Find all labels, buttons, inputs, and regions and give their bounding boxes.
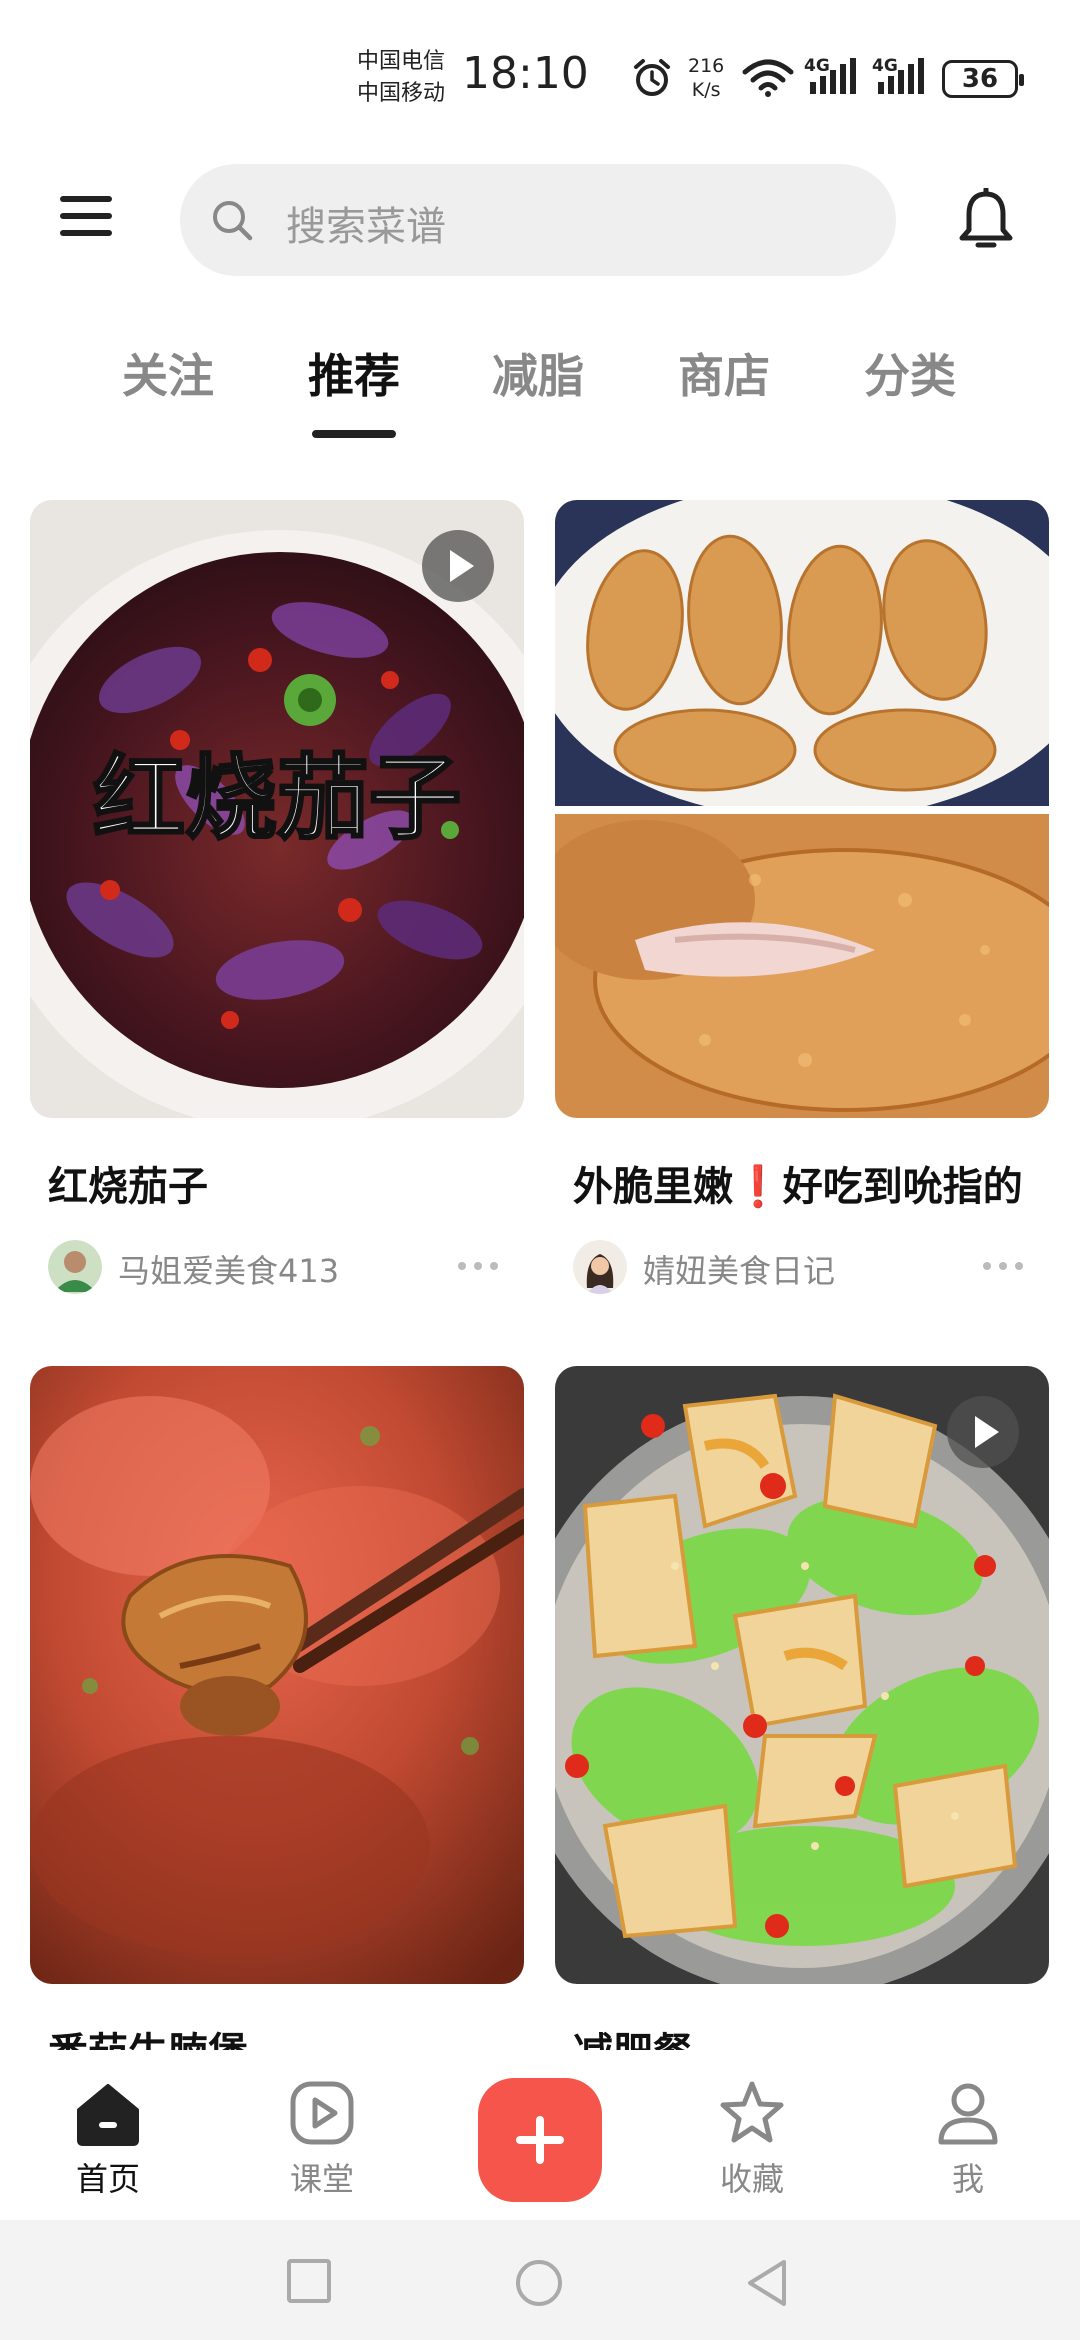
notification-bell-icon[interactable] [956, 188, 1016, 252]
carrier-2: 中国移动 [357, 81, 446, 106]
author-name: 婧妞美食日记 [643, 1252, 836, 1290]
avatar [48, 1240, 102, 1294]
tab-category[interactable]: 分类 [840, 340, 980, 406]
recent-apps-icon[interactable] [286, 2258, 332, 2304]
home-button-icon[interactable] [514, 2258, 564, 2308]
more-options-icon[interactable] [981, 1256, 1025, 1276]
recipe-card[interactable]: 外脆里嫩❗好吃到吮指的 婧妞美食日记 [555, 500, 1049, 1298]
more-options-icon[interactable] [456, 1256, 500, 1276]
star-icon [720, 2081, 784, 2143]
recipe-image[interactable] [555, 1366, 1049, 1984]
nav-classroom[interactable]: 课堂 [262, 2078, 382, 2200]
status-time: 18:10 [462, 48, 589, 99]
tab-follow[interactable]: 关注 [98, 340, 238, 406]
search-icon [213, 201, 253, 241]
recipe-card[interactable]: 番茄牛腩煲 [30, 1366, 524, 2078]
alarm-icon [634, 59, 670, 96]
recipe-image[interactable] [555, 500, 1049, 1118]
carrier-1: 中国电信 [357, 49, 446, 74]
recipe-author[interactable]: 婧妞美食日记 [555, 1238, 1049, 1298]
recipe-card[interactable]: 红烧茄子 红烧茄子 马姐爱美食413 [30, 500, 524, 1298]
user-icon [938, 2083, 998, 2145]
video-play-icon [422, 530, 494, 602]
search-bar[interactable]: 搜索菜谱 [180, 164, 896, 276]
active-tab-indicator [312, 430, 396, 438]
avatar [573, 1240, 627, 1294]
recipe-title[interactable]: 红烧茄子 [30, 1154, 524, 1212]
system-navigation-bar [0, 2220, 1080, 2340]
status-bar: 中国电信 中国移动 18:10 216 K/s 4G 4G 36 [0, 0, 1080, 150]
network-speed: 216 K/s [688, 54, 724, 102]
author-name: 马姐爱美食413 [118, 1252, 340, 1290]
recipe-card[interactable]: 减肥餐 [555, 1366, 1049, 2078]
bottom-navigation: 首页 课堂 收藏 我 [0, 2050, 1080, 2220]
back-icon[interactable] [744, 2258, 790, 2308]
recipe-image[interactable]: 红烧茄子 [30, 500, 524, 1118]
add-recipe-button[interactable] [478, 2078, 602, 2202]
home-icon [77, 2084, 139, 2146]
wifi-icon [742, 59, 794, 97]
recipe-author[interactable]: 马姐爱美食413 [30, 1238, 524, 1298]
menu-icon[interactable] [60, 196, 112, 242]
signal-2-icon: 4G [872, 56, 928, 98]
speed-unit: K/s [691, 79, 721, 101]
tab-shop[interactable]: 商店 [654, 340, 794, 406]
nav-favorites[interactable]: 收藏 [692, 2078, 812, 2200]
recipe-image[interactable] [30, 1366, 524, 1984]
nav-profile[interactable]: 我 [908, 2078, 1028, 2200]
tab-fat-loss[interactable]: 减脂 [468, 340, 608, 406]
speed-value: 216 [688, 55, 725, 77]
nav-label: 课堂 [289, 2160, 354, 2198]
video-play-icon [947, 1396, 1019, 1468]
search-placeholder: 搜索菜谱 [286, 204, 446, 250]
nav-label: 首页 [75, 2160, 140, 2198]
play-icon [290, 2081, 354, 2145]
nav-label: 收藏 [719, 2160, 784, 2198]
signal-1-icon: 4G [804, 56, 860, 98]
recipe-title[interactable]: 外脆里嫩❗好吃到吮指的 [555, 1154, 1049, 1212]
carrier-labels: 中国电信 中国移动 [357, 46, 445, 110]
nav-label: 我 [951, 2160, 984, 2198]
tab-recommend[interactable]: 推荐 [284, 340, 424, 406]
image-overlay-text: 红烧茄子 [93, 744, 461, 852]
category-tabs: 关注 推荐 减脂 商店 分类 [0, 340, 1080, 440]
nav-home[interactable]: 首页 [48, 2078, 168, 2200]
battery-indicator: 36 [942, 60, 1024, 98]
